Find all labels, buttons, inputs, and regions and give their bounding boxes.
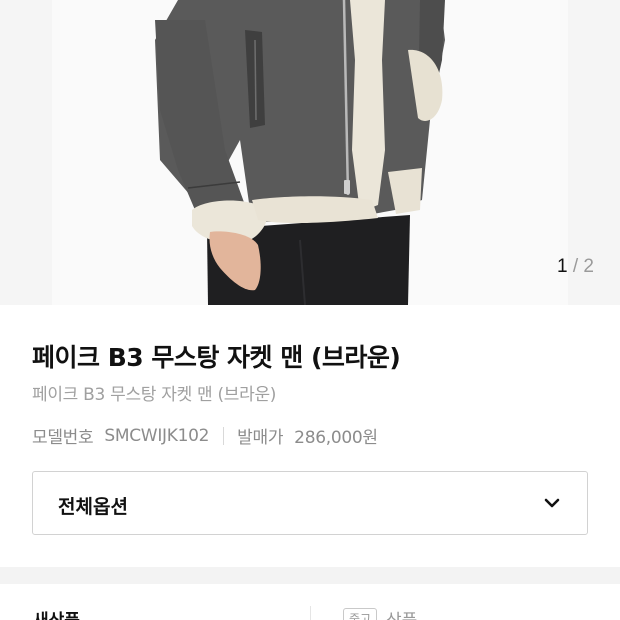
used-badge: 중고	[343, 608, 378, 620]
model-number-label: 모델번호	[32, 428, 94, 448]
product-image-gallery[interactable]: 1 / 2	[0, 0, 620, 305]
tab-new-product[interactable]: 새상품	[33, 606, 80, 620]
product-photo[interactable]	[0, 0, 620, 305]
current-image-index: 1	[557, 256, 568, 277]
image-counter-separator: /	[572, 256, 579, 277]
all-options-label: 전체옵션	[58, 496, 128, 518]
total-image-count: 2	[583, 256, 594, 277]
model-number-value: SMCWIJK102	[104, 425, 210, 446]
image-counter: 1 / 2	[557, 256, 594, 278]
all-options-dropdown[interactable]: 전체옵션	[32, 471, 588, 535]
release-price-value: 286,000원	[294, 428, 378, 448]
meta-divider	[223, 426, 225, 445]
release-price-label: 발매가	[237, 428, 284, 448]
product-meta: 모델번호 SMCWIJK102 발매가 286,000원	[32, 423, 378, 449]
section-separator	[0, 567, 620, 584]
tab-used-product[interactable]: 상품	[386, 606, 417, 620]
listing-tabs: 새상품 중고 상품	[0, 584, 620, 620]
product-title: 페이크 B3 무스탕 자켓 맨 (브라운)	[32, 343, 401, 372]
tabs-divider	[310, 606, 311, 620]
chevron-down-icon	[544, 498, 560, 508]
product-subtitle: 페이크 B3 무스탕 자켓 맨 (브라운)	[32, 385, 277, 405]
